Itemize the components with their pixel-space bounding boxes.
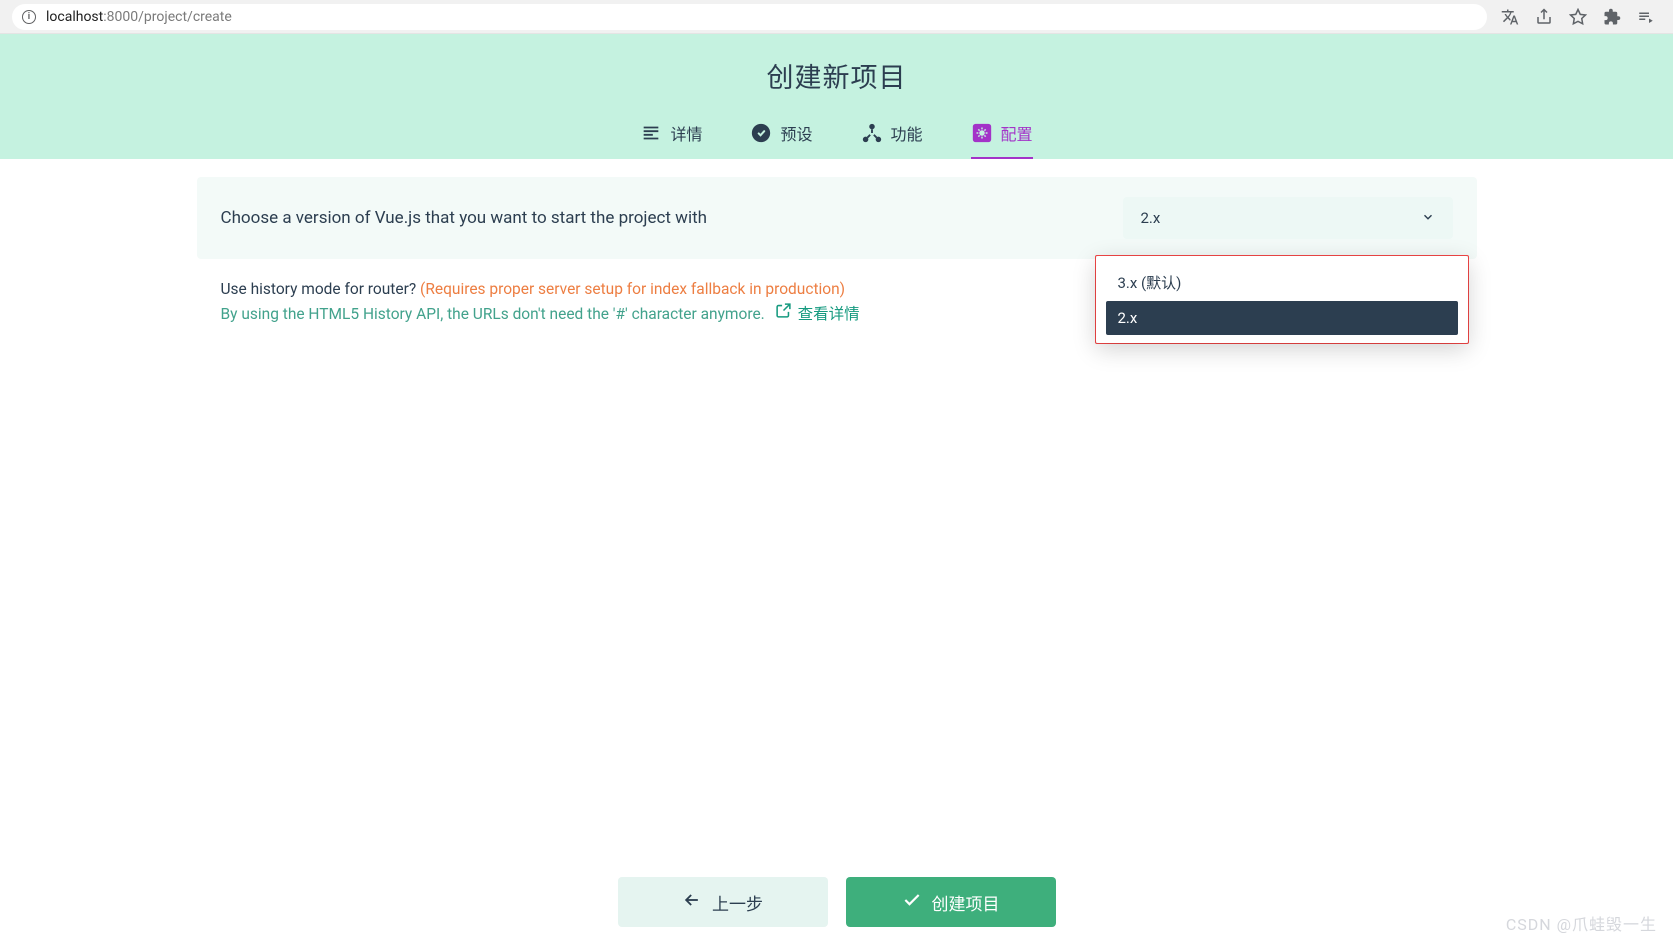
tab-label: 功能 [891, 121, 923, 145]
vue-version-select-wrap: 2.x 3.x (默认) 2.x [1123, 197, 1453, 239]
footer-actions: 上一步 创建项目 [0, 877, 1673, 927]
dropdown-option-3x[interactable]: 3.x (默认) [1106, 264, 1458, 301]
url-field[interactable]: i localhost:8000/project/create [12, 4, 1487, 30]
create-label: 创建项目 [932, 890, 1000, 915]
vue-version-select[interactable]: 2.x [1123, 197, 1453, 239]
prev-button[interactable]: 上一步 [618, 877, 828, 927]
create-project-button[interactable]: 创建项目 [846, 877, 1056, 927]
details-link[interactable]: 查看详情 [775, 302, 860, 327]
extensions-icon[interactable] [1603, 8, 1621, 26]
vue-version-label: Choose a version of Vue.js that you want… [221, 208, 708, 228]
tab-label: 配置 [1001, 121, 1033, 145]
dropdown-option-2x[interactable]: 2.x [1106, 301, 1458, 335]
browser-action-icons [1487, 8, 1661, 26]
details-icon [640, 122, 662, 144]
vue-version-card: Choose a version of Vue.js that you want… [197, 177, 1477, 259]
check-icon [902, 890, 922, 915]
tab-details[interactable]: 详情 [640, 121, 702, 159]
tab-config[interactable]: 配置 [971, 121, 1033, 159]
tab-preset[interactable]: 预设 [750, 121, 812, 159]
page-header: 创建新项目 详情 预设 功能 配置 [0, 34, 1673, 159]
page-title: 创建新项目 [0, 56, 1673, 95]
step-tabs: 详情 预设 功能 配置 [0, 121, 1673, 159]
share-icon[interactable] [1535, 8, 1553, 26]
playlist-icon[interactable] [1637, 8, 1655, 26]
tab-features[interactable]: 功能 [861, 121, 923, 159]
connections-icon [861, 122, 883, 144]
vue-version-dropdown: 3.x (默认) 2.x [1096, 256, 1468, 343]
history-description: By using the HTML5 History API, the URLs… [221, 305, 765, 323]
select-value: 2.x [1141, 209, 1161, 227]
tab-label: 预设 [780, 121, 812, 145]
history-warning: (Requires proper server setup for index … [420, 280, 845, 298]
bookmark-star-icon[interactable] [1569, 8, 1587, 26]
gear-icon [971, 122, 993, 144]
prev-label: 上一步 [712, 890, 763, 915]
arrow-left-icon [682, 890, 702, 915]
browser-address-bar: i localhost:8000/project/create [0, 0, 1673, 34]
chevron-down-icon [1421, 209, 1435, 228]
site-info-icon[interactable]: i [22, 10, 36, 24]
check-circle-icon [750, 122, 772, 144]
history-question: Use history mode for router? [221, 280, 421, 298]
details-link-label: 查看详情 [798, 302, 860, 327]
config-content: Choose a version of Vue.js that you want… [197, 177, 1477, 447]
url-text: localhost:8000/project/create [46, 9, 232, 25]
external-link-icon [775, 302, 792, 327]
translate-icon[interactable] [1501, 8, 1519, 26]
tab-label: 详情 [670, 121, 702, 145]
